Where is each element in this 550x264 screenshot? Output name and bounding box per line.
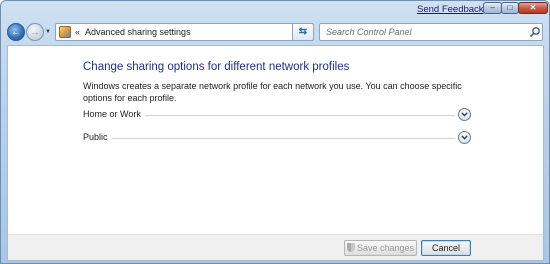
minimize-button[interactable]: – [483, 2, 502, 14]
chevron-down-icon[interactable] [458, 131, 471, 144]
close-button[interactable]: ✕ [518, 2, 548, 14]
profile-row-home-or-work[interactable]: Home or Work [83, 108, 471, 122]
divider-line [83, 138, 455, 139]
profile-label: Home or Work [83, 109, 145, 119]
address-bar[interactable]: « Advanced sharing settings ▼ [55, 23, 345, 41]
navigation-bar: ← → ▼ « Advanced sharing settings ▼ ⇆ Se… [1, 19, 549, 45]
content-pane: Change sharing options for different net… [7, 45, 544, 261]
recent-pages-dropdown[interactable]: ▼ [45, 29, 51, 35]
refresh-button[interactable]: ⇆ [292, 23, 314, 41]
forward-button[interactable]: → [26, 23, 44, 41]
back-button[interactable]: ← [7, 23, 25, 41]
control-panel-icon [59, 26, 71, 38]
page-description: Windows creates a separate network profi… [83, 81, 462, 103]
shield-icon [346, 243, 355, 252]
chevron-down-icon[interactable] [458, 108, 471, 121]
send-feedback-link[interactable]: Send Feedback [417, 4, 484, 15]
title-bar: Send Feedback – □ ✕ [1, 1, 549, 17]
search-input[interactable]: Search Control Panel [319, 23, 543, 41]
profile-row-public[interactable]: Public [83, 131, 471, 145]
breadcrumb-overflow-chevron[interactable]: « [75, 27, 80, 37]
save-changes-label: Save changes [356, 243, 415, 253]
profile-label: Public [83, 132, 112, 142]
search-placeholder: Search Control Panel [326, 27, 412, 37]
cancel-button[interactable]: Cancel [421, 240, 471, 256]
maximize-button[interactable]: □ [501, 2, 519, 14]
save-changes-button: Save changes [344, 240, 417, 256]
button-bar: Save changes Cancel [8, 234, 543, 260]
breadcrumb-current[interactable]: Advanced sharing settings [85, 27, 191, 37]
page-title: Change sharing options for different net… [83, 61, 350, 73]
refresh-icon: ⇆ [298, 26, 308, 37]
search-icon[interactable] [529, 26, 541, 38]
control-panel-window: Send Feedback – □ ✕ ← → ▼ « Advanced sha… [0, 0, 550, 264]
